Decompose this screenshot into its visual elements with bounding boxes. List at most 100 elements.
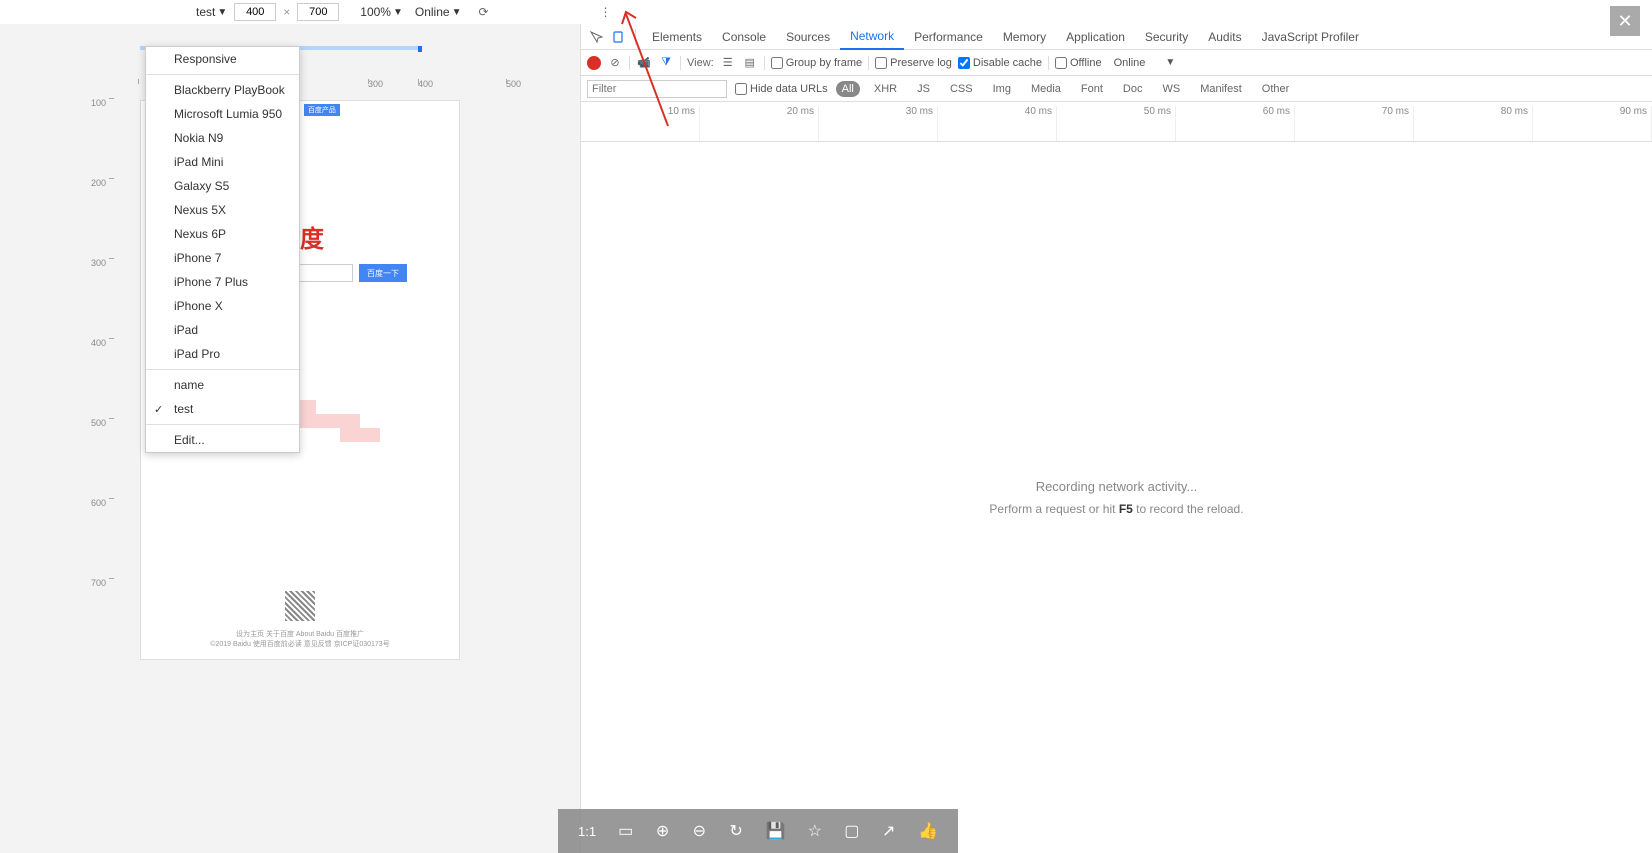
filter-chip[interactable]: XHR	[868, 81, 903, 97]
group-by-frame-checkbox[interactable]: Group by frame	[771, 57, 862, 69]
filter-chip[interactable]: CSS	[944, 81, 979, 97]
zoom-out-icon[interactable]: ⊖	[692, 821, 707, 841]
filter-input[interactable]	[587, 80, 727, 98]
checkbox[interactable]	[771, 57, 783, 69]
menu-item-device[interactable]: iPad	[146, 318, 299, 342]
tab-sources[interactable]: Sources	[776, 25, 840, 49]
checkbox[interactable]	[875, 57, 887, 69]
filter-chip[interactable]: Other	[1256, 81, 1296, 97]
nav-badge[interactable]: 百度产品	[304, 104, 340, 116]
camera-icon[interactable]: 📹	[636, 55, 652, 71]
menu-item-custom[interactable]: name	[146, 373, 299, 397]
device-mode-icon[interactable]	[609, 28, 627, 46]
search-button[interactable]: 百度一下	[359, 264, 407, 282]
menu-item-device[interactable]: iPhone 7	[146, 246, 299, 270]
recording-title: Recording network activity...	[1036, 479, 1198, 494]
devtools-pane: Elements Console Sources Network Perform…	[580, 24, 1652, 853]
record-button[interactable]	[587, 56, 601, 70]
time-marker: 20 ms	[700, 106, 819, 141]
filter-chip[interactable]: Manifest	[1194, 81, 1248, 97]
bookmark-icon[interactable]: ☆	[807, 821, 822, 841]
tab-console[interactable]: Console	[712, 25, 776, 49]
menu-item-device[interactable]: iPad Pro	[146, 342, 299, 366]
zoom-in-icon[interactable]: ⊕	[655, 821, 670, 841]
zoom-label: 100%	[360, 5, 391, 19]
menu-item-device[interactable]: Nexus 5X	[146, 198, 299, 222]
overview-icon[interactable]: ▤	[742, 55, 758, 71]
more-options-icon[interactable]: ⋮	[591, 5, 619, 19]
throttle-select[interactable]: Online ▼	[409, 5, 468, 19]
ruler-label: 600	[91, 498, 106, 508]
device-name-label: test	[196, 5, 215, 19]
menu-item-device[interactable]: iPad Mini	[146, 150, 299, 174]
close-button[interactable]: ✕	[1610, 6, 1640, 36]
filter-chip[interactable]: Img	[987, 81, 1017, 97]
page-footer: 设为主页 关于百度 About Baidu 百度推广 ©2019 Baidu 使…	[141, 591, 459, 649]
tab-audits[interactable]: Audits	[1198, 25, 1251, 49]
filter-chip[interactable]: Doc	[1117, 81, 1149, 97]
checkbox-label: Preserve log	[890, 57, 952, 69]
tab-elements[interactable]: Elements	[642, 25, 712, 49]
devtools-tabs: Elements Console Sources Network Perform…	[581, 24, 1652, 50]
large-rows-icon[interactable]: ☰	[720, 55, 736, 71]
share-icon[interactable]: ↗	[881, 821, 896, 841]
menu-item-device[interactable]: Nexus 6P	[146, 222, 299, 246]
footer-line: ©2019 Baidu 使用百度前必读 意见反馈 京ICP证030173号	[141, 639, 459, 649]
rotate-icon[interactable]: ⟳	[475, 4, 491, 20]
fullscreen-icon[interactable]: ▭	[618, 821, 633, 841]
menu-item-device[interactable]: iPhone X	[146, 294, 299, 318]
device-toolbar: test ▼ × 100% ▼ Online ▼ ⟳ ⋮	[0, 0, 1652, 24]
filter-icon[interactable]: ⧩	[658, 55, 674, 71]
ruler-label: 100	[91, 98, 106, 108]
clear-button[interactable]: ⊘	[607, 55, 623, 71]
thumbs-up-icon[interactable]: 👍	[918, 821, 938, 841]
filter-chip[interactable]: Media	[1025, 81, 1067, 97]
menu-item-responsive[interactable]: Responsive	[146, 47, 299, 71]
tab-performance[interactable]: Performance	[904, 25, 993, 49]
menu-item-device[interactable]: Nokia N9	[146, 126, 299, 150]
separator	[764, 56, 765, 70]
refresh-icon[interactable]: ↻	[729, 821, 744, 841]
menu-item-device[interactable]: Galaxy S5	[146, 174, 299, 198]
tab-application[interactable]: Application	[1056, 25, 1135, 49]
resize-marker[interactable]	[418, 46, 422, 52]
time-marker: 30 ms	[819, 106, 938, 141]
menu-item-edit[interactable]: Edit...	[146, 428, 299, 452]
tab-js-profiler[interactable]: JavaScript Profiler	[1252, 25, 1369, 49]
checkbox[interactable]	[1055, 57, 1067, 69]
time-marker: 60 ms	[1176, 106, 1295, 141]
checkbox[interactable]	[735, 83, 747, 95]
width-input[interactable]	[234, 3, 276, 21]
menu-item-custom[interactable]: ✓ test	[146, 397, 299, 421]
filter-chip[interactable]: JS	[911, 81, 936, 97]
zoom-select[interactable]: 100% ▼	[354, 5, 409, 19]
filter-chip[interactable]: Font	[1075, 81, 1109, 97]
menu-item-device[interactable]: Blackberry PlayBook	[146, 78, 299, 102]
network-throttle-select[interactable]: Online ▼	[1108, 57, 1182, 69]
checkbox[interactable]	[958, 57, 970, 69]
height-input[interactable]	[297, 3, 339, 21]
hint-text: to record the reload.	[1133, 502, 1244, 516]
chevron-down-icon: ▼	[393, 7, 403, 18]
tab-memory[interactable]: Memory	[993, 25, 1056, 49]
menu-item-device[interactable]: iPhone 7 Plus	[146, 270, 299, 294]
filter-chip[interactable]: WS	[1156, 81, 1186, 97]
save-icon[interactable]: 💾	[766, 821, 786, 841]
hint-key: F5	[1119, 502, 1133, 516]
tab-network[interactable]: Network	[840, 24, 904, 50]
tab-security[interactable]: Security	[1135, 25, 1198, 49]
inspect-icon[interactable]	[587, 28, 605, 46]
separator	[868, 56, 869, 70]
filter-chip-all[interactable]: All	[836, 81, 860, 97]
ruler-label: 200	[91, 178, 106, 188]
menu-item-device[interactable]: Microsoft Lumia 950	[146, 102, 299, 126]
preserve-log-checkbox[interactable]: Preserve log	[875, 57, 952, 69]
checkbox-label: Hide data URLs	[750, 83, 828, 95]
footer-line: 设为主页 关于百度 About Baidu 百度推广	[141, 629, 459, 639]
offline-checkbox[interactable]: Offline	[1055, 57, 1102, 69]
device-select[interactable]: test ▼	[192, 5, 231, 19]
hide-data-urls-checkbox[interactable]: Hide data URLs	[735, 83, 828, 95]
menu-separator	[146, 424, 299, 425]
disable-cache-checkbox[interactable]: Disable cache	[958, 57, 1042, 69]
pin-icon[interactable]: ▢	[844, 821, 859, 841]
